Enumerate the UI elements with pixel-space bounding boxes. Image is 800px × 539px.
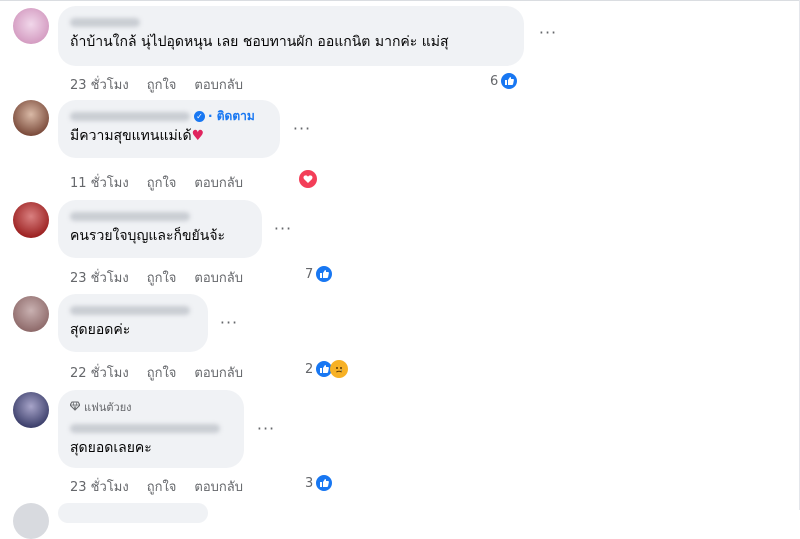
comment-text: สุดยอดค่ะ — [70, 322, 131, 338]
avatar[interactable] — [13, 202, 49, 238]
comment-bubble: คนรวยใจบุญและก็ขยันจ้ะ — [58, 200, 262, 258]
reply-button[interactable]: ตอบกลับ — [194, 172, 243, 193]
comment-actions: 23 ชั่วโมง ถูกใจ ตอบกลับ — [70, 74, 243, 95]
like-button[interactable]: ถูกใจ — [147, 172, 177, 193]
like-button[interactable]: ถูกใจ — [147, 362, 177, 383]
like-icon — [315, 265, 334, 283]
reaction-count: 6 — [490, 73, 499, 89]
reply-button[interactable]: ตอบกลับ — [194, 74, 243, 95]
like-button[interactable]: ถูกใจ — [147, 476, 177, 497]
reply-button[interactable]: ตอบกลับ — [194, 476, 243, 497]
comment-text: คนรวยใจบุญและก็ขยันจ้ะ — [70, 228, 226, 244]
reaction-count: 2 — [305, 361, 314, 377]
reaction-count: 7 — [305, 266, 314, 282]
reaction-summary[interactable]: 7 — [305, 265, 334, 283]
avatar[interactable] — [13, 8, 49, 44]
timestamp[interactable]: 23 ชั่วโมง — [70, 74, 129, 95]
reaction-summary[interactable]: 6 — [490, 72, 519, 90]
commenter-name[interactable]: ✓ · ติดตาม — [70, 108, 268, 124]
comment-actions: 23 ชั่วโมง ถูกใจ ตอบกลับ — [70, 267, 243, 288]
commenter-name[interactable] — [70, 420, 232, 436]
avatar[interactable] — [13, 392, 49, 428]
timestamp[interactable]: 11 ชั่วโมง — [70, 172, 129, 193]
reply-button[interactable]: ตอบกลับ — [194, 362, 243, 383]
comment-text-body: มีความสุขแทนแม่เด้ — [70, 128, 192, 144]
follow-button[interactable]: · ติดตาม — [208, 108, 255, 124]
avatar[interactable] — [13, 296, 49, 332]
verified-badge-icon: ✓ — [194, 110, 205, 122]
reaction-summary[interactable]: 2 — [305, 360, 349, 378]
comment-bubble: ✓ · ติดตาม มีความสุขแทนแม่เด้♥ — [58, 100, 280, 158]
more-options-button[interactable]: ··· — [271, 220, 295, 244]
reaction-count: 3 — [305, 475, 314, 491]
like-icon — [500, 72, 519, 90]
timestamp[interactable]: 22 ชั่วโมง — [70, 362, 129, 383]
more-options-button[interactable]: ··· — [254, 420, 278, 444]
commenter-name[interactable] — [70, 208, 250, 224]
timestamp[interactable]: 23 ชั่วโมง — [70, 267, 129, 288]
top-fan-badge: แฟนตัวยง — [69, 398, 232, 416]
comment-text: ถ้าบ้านใกล้ นุ่ไปอุดหนุน เลย ชอบทานผัก อ… — [70, 34, 449, 50]
more-options-button[interactable]: ··· — [290, 120, 314, 144]
love-icon — [299, 170, 317, 188]
like-button[interactable]: ถูกใจ — [147, 267, 177, 288]
comment-bubble: สุดยอดค่ะ — [58, 294, 208, 352]
more-options-button[interactable]: ··· — [217, 314, 241, 338]
comment-text: สุดยอดเลยคะ — [70, 440, 152, 456]
commenter-name[interactable] — [70, 14, 512, 30]
comment-actions: 22 ชั่วโมง ถูกใจ ตอบกลับ — [70, 362, 243, 383]
diamond-icon — [69, 401, 81, 414]
avatar[interactable] — [13, 503, 49, 539]
more-options-button[interactable]: ··· — [536, 24, 560, 48]
comment-bubble: แฟนตัวยง สุดยอดเลยคะ — [58, 390, 244, 468]
comment-text: มีความสุขแทนแม่เด้♥ — [70, 126, 268, 146]
top-divider — [0, 0, 800, 1]
badge-label: แฟนตัวยง — [84, 401, 132, 414]
red-heart-emoji-icon: ♥ — [191, 128, 205, 144]
commenter-name[interactable] — [70, 302, 196, 318]
timestamp[interactable]: 23 ชั่วโมง — [70, 476, 129, 497]
sad-icon — [330, 360, 349, 378]
reaction-summary[interactable]: 3 — [305, 474, 334, 492]
reaction-summary[interactable] — [299, 170, 317, 188]
reply-button[interactable]: ตอบกลับ — [194, 267, 243, 288]
comment-actions: 23 ชั่วโมง ถูกใจ ตอบกลับ — [70, 476, 243, 497]
like-icon — [315, 474, 334, 492]
comment-bubble — [58, 503, 208, 523]
avatar[interactable] — [13, 100, 49, 136]
like-button[interactable]: ถูกใจ — [147, 74, 177, 95]
comment-bubble: ถ้าบ้านใกล้ นุ่ไปอุดหนุน เลย ชอบทานผัก อ… — [58, 6, 524, 66]
comment-actions: 11 ชั่วโมง ถูกใจ ตอบกลับ — [70, 172, 243, 193]
